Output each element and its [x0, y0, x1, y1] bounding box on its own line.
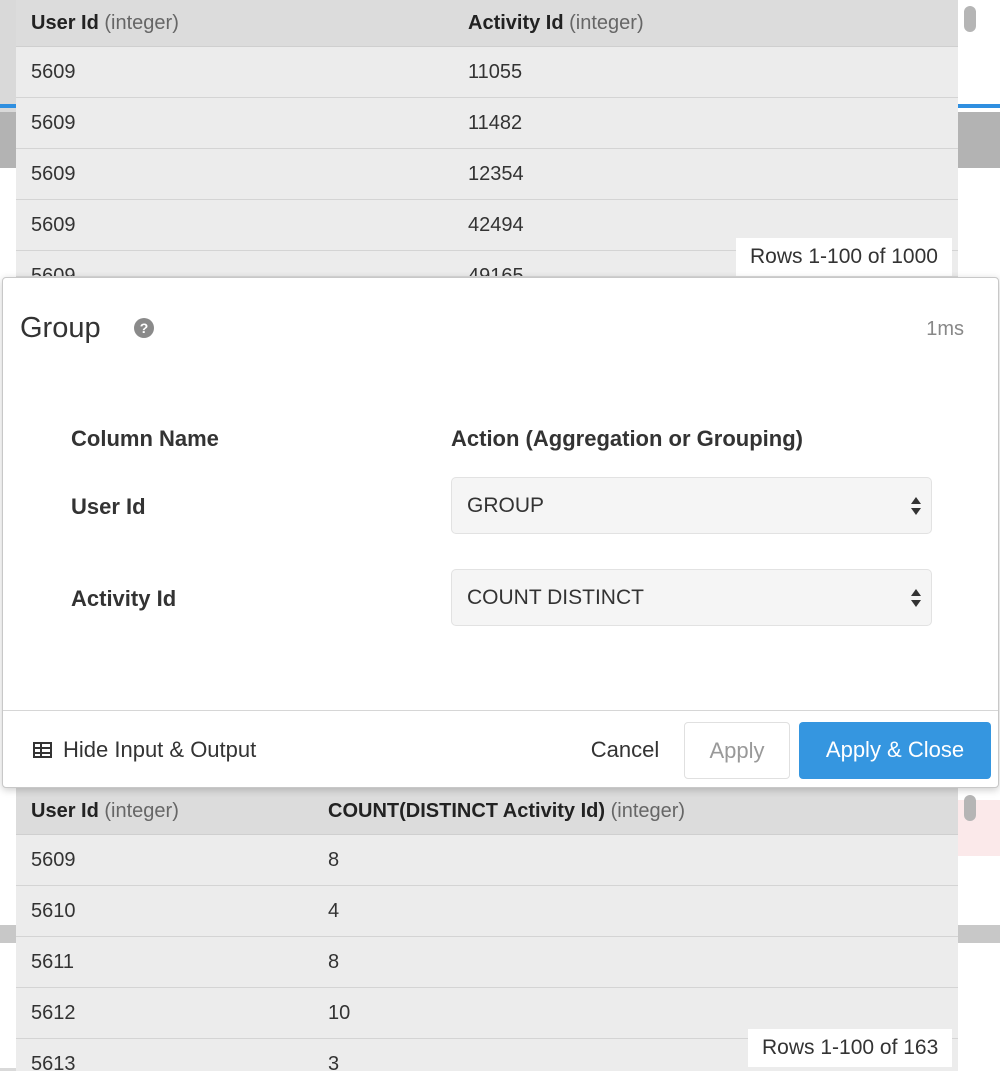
- user-id-action-select[interactable]: GROUP: [451, 477, 932, 534]
- table-cell: 5609: [31, 111, 76, 134]
- table-cell: 4: [328, 899, 340, 922]
- input-table-scrollbar[interactable]: [964, 6, 976, 32]
- column-header[interactable]: Activity Id (integer): [453, 12, 644, 35]
- action-header: Action (Aggregation or Grouping): [451, 426, 803, 451]
- input-table: User Id (integer) Activity Id (integer) …: [16, 0, 958, 276]
- field-label-user-id: User Id: [71, 494, 146, 519]
- output-rows-count: Rows 1-100 of 163: [748, 1029, 953, 1067]
- table-cell: 5609: [31, 60, 76, 83]
- table-cell: 12354: [468, 162, 524, 185]
- field-label-activity-id: Activity Id: [71, 586, 177, 611]
- column-header[interactable]: User Id (integer): [16, 800, 313, 823]
- question-circle-icon[interactable]: ?: [134, 318, 154, 338]
- dialog-footer: Hide Input & Output Cancel Apply Apply &…: [3, 710, 998, 787]
- table-row: 5610 4: [16, 886, 958, 937]
- table-cell: 10: [328, 1001, 351, 1024]
- table-cell: 5609: [31, 848, 76, 871]
- group-dialog: Group ? 1ms Column Name Action (Aggregat…: [2, 277, 999, 788]
- column-header[interactable]: COUNT(DISTINCT Activity Id) (integer): [313, 800, 685, 823]
- toggle-label: Hide Input & Output: [63, 737, 257, 762]
- column-header[interactable]: User Id (integer): [16, 12, 453, 35]
- table-icon: [33, 742, 52, 758]
- column-name-header: Column Name: [71, 426, 219, 451]
- output-table-scrollbar[interactable]: [964, 795, 976, 821]
- table-row: 5609 8: [16, 835, 958, 886]
- table-cell: 5613: [31, 1052, 76, 1071]
- apply-close-button[interactable]: Apply & Close: [799, 722, 991, 779]
- table-cell: 5609: [31, 213, 76, 236]
- table-row: 5609 11482: [16, 98, 958, 149]
- table-cell: 3: [328, 1052, 340, 1071]
- table-cell: 5609: [31, 162, 76, 185]
- input-rows-count: Rows 1-100 of 1000: [736, 238, 952, 276]
- hide-input-output-toggle[interactable]: Hide Input & Output: [33, 737, 256, 763]
- table-cell: 5610: [31, 899, 76, 922]
- selected-value: COUNT DISTINCT: [467, 586, 644, 609]
- selected-value: GROUP: [467, 494, 545, 517]
- dialog-title: Group: [20, 312, 101, 344]
- sort-arrows-icon: [911, 495, 921, 517]
- table-cell: 11482: [468, 111, 523, 134]
- table-row: 5611 8: [16, 937, 958, 988]
- table-cell: 42494: [468, 213, 524, 236]
- table-cell: 5612: [31, 1001, 76, 1024]
- table-row: 5609 11055: [16, 47, 958, 98]
- table-cell: 11055: [468, 60, 523, 83]
- table-header: User Id (integer) Activity Id (integer): [16, 0, 958, 47]
- table-header: User Id (integer) COUNT(DISTINCT Activit…: [16, 788, 958, 835]
- activity-id-action-select[interactable]: COUNT DISTINCT: [451, 569, 932, 626]
- cancel-button[interactable]: Cancel: [575, 722, 675, 779]
- execution-time: 1ms: [926, 318, 964, 340]
- table-cell: 8: [328, 848, 340, 871]
- table-cell: 5609: [31, 264, 76, 277]
- table-row: 5609 12354: [16, 149, 958, 200]
- apply-button[interactable]: Apply: [684, 722, 790, 779]
- table-cell: 5611: [31, 950, 75, 973]
- table-cell: 49165: [468, 264, 524, 277]
- table-cell: 8: [328, 950, 340, 973]
- sort-arrows-icon: [911, 587, 921, 609]
